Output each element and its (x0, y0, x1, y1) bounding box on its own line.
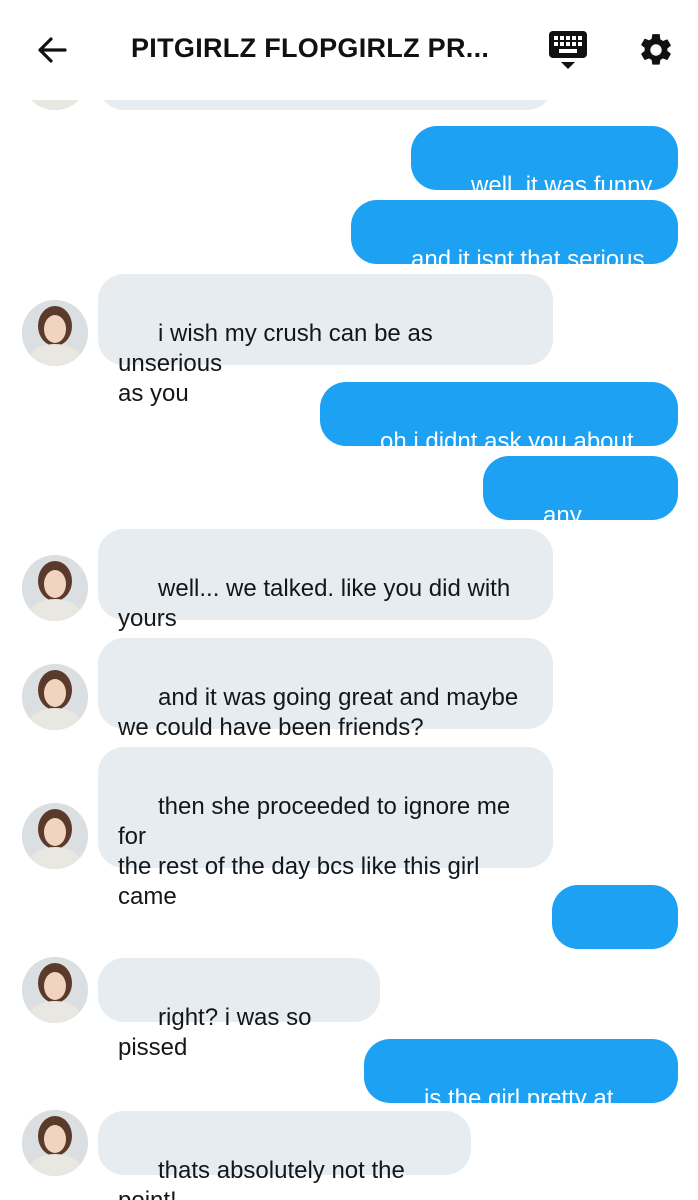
message-bubble-outgoing[interactable]: and it isnt that serious (351, 200, 678, 302)
keyboard-button[interactable] (544, 26, 592, 74)
message-bubble-incoming[interactable]: then she proceeded to ignore me for the … (98, 747, 553, 910)
chat-screen: well, it was funny and it isnt that seri… (0, 0, 698, 1200)
message-text: then she proceeded to ignore me for the … (118, 793, 511, 910)
avatar[interactable] (22, 300, 88, 366)
message-text: and it was going great and maybe we coul… (118, 684, 519, 741)
settings-button[interactable] (632, 26, 680, 74)
keyboard-icon (549, 31, 587, 69)
message-bubble-outgoing[interactable]: asshole (552, 885, 678, 988)
message-bubble-incoming[interactable]: thats absolutely not the point! (98, 1111, 471, 1200)
message-bubble-outgoing[interactable]: any progress? (483, 456, 678, 559)
avatar[interactable] (22, 664, 88, 730)
message-text: and it isnt that serious (411, 246, 645, 273)
message-text: well, it was funny (471, 172, 653, 199)
message-bubble-incoming[interactable]: and it was going great and maybe we coul… (98, 638, 553, 741)
message-bubble-outgoing[interactable]: is the girl pretty at least? (364, 1039, 678, 1142)
top-app-bar: PITGIRLZ FLOPGIRLZ PR... (0, 0, 698, 100)
gear-icon (641, 34, 671, 65)
message-bubble-incoming[interactable]: well... we talked. like you did with you… (98, 529, 553, 632)
message-text: asshole (572, 961, 655, 988)
conversation-title: PITGIRLZ FLOPGIRLZ PR... (131, 33, 490, 63)
avatar[interactable] (22, 555, 88, 621)
message-bubble-incoming[interactable]: right? i was so pissed (98, 958, 380, 1061)
message-bubble-incoming[interactable]: i wish my crush can be as unserious as y… (98, 274, 553, 407)
message-bubble-outgoing[interactable]: oh i didnt ask you about that (320, 382, 678, 485)
message-text: thats absolutely not the point! (118, 1157, 405, 1200)
avatar[interactable] (22, 803, 88, 869)
message-bubble-outgoing[interactable]: well, it was funny (411, 126, 678, 228)
message-text: well... we talked. like you did with you… (118, 575, 511, 632)
message-text: right? i was so pissed (118, 1004, 319, 1061)
arrow-left-icon (38, 37, 67, 63)
avatar[interactable] (22, 1110, 88, 1176)
back-button[interactable] (30, 28, 74, 72)
avatar[interactable] (22, 957, 88, 1023)
